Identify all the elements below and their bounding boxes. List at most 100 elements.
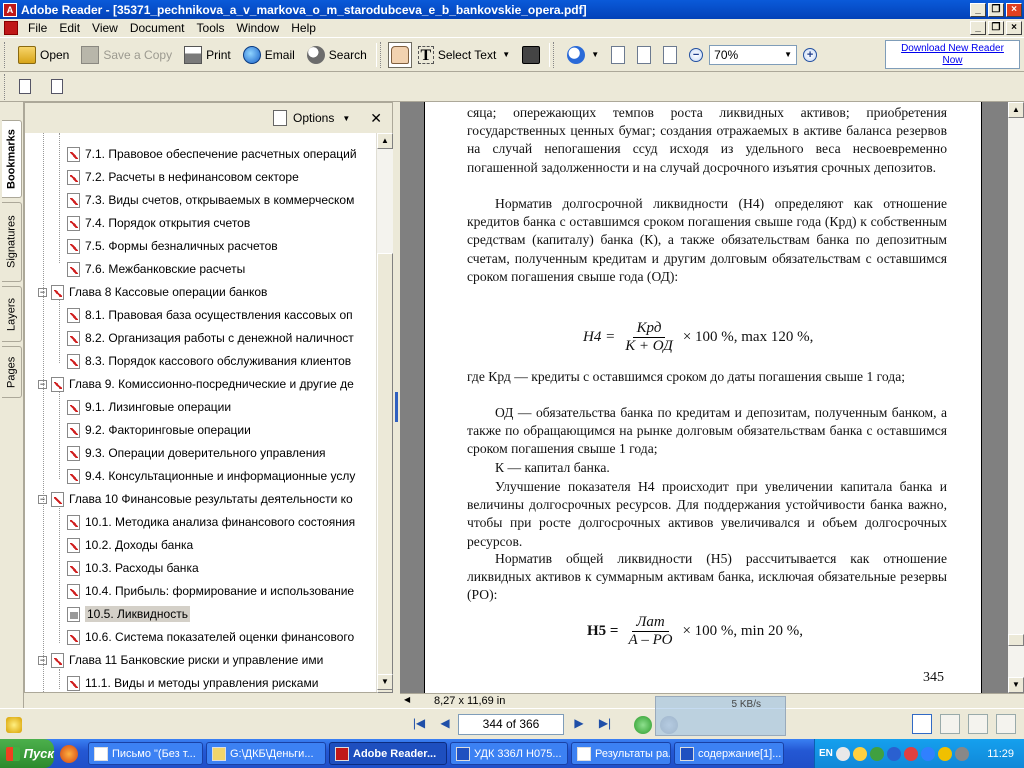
facing-layout-button[interactable] bbox=[968, 714, 988, 734]
options-icon[interactable] bbox=[272, 110, 287, 126]
taskbar-item-contents[interactable]: содержание[1]... bbox=[674, 742, 784, 765]
rotate-ccw-button[interactable] bbox=[44, 75, 70, 99]
taskbar-item-mail[interactable]: Письмо "(Без т... bbox=[88, 742, 203, 765]
close-icon[interactable]: ✕ bbox=[370, 110, 382, 127]
bookmarks-horizontal-scrollbar[interactable] bbox=[24, 693, 393, 708]
doc-close-button[interactable]: × bbox=[1006, 21, 1022, 35]
fit-width-button[interactable] bbox=[657, 42, 683, 68]
scroll-down-button[interactable]: ▼ bbox=[1008, 677, 1024, 693]
scroll-up-button[interactable]: ▲ bbox=[377, 133, 393, 149]
snapshot-button[interactable] bbox=[516, 42, 546, 68]
bookmark-item[interactable]: 7.1. Правовое обеспечение расчетных опер… bbox=[67, 144, 357, 164]
bookmark-item[interactable]: 7.6. Межбанковские расчеты bbox=[67, 259, 245, 279]
scroll-up-button[interactable]: ▲ bbox=[1008, 102, 1024, 118]
toolbar-grip[interactable] bbox=[4, 41, 8, 68]
bookmark-item-selected[interactable]: 10.5. Ликвидность bbox=[67, 604, 190, 624]
zoom-out-button[interactable]: − bbox=[683, 42, 709, 68]
scroll-left-icon[interactable]: ◀ bbox=[404, 695, 410, 704]
bookmark-item[interactable]: 10.2. Доходы банка bbox=[67, 535, 193, 555]
scroll-thumb[interactable] bbox=[377, 253, 393, 693]
continuous-facing-layout-button[interactable] bbox=[996, 714, 1016, 734]
select-text-button[interactable]: T Select Text ▼ bbox=[412, 42, 516, 68]
chevron-down-icon[interactable]: ▼ bbox=[780, 46, 796, 64]
single-page-layout-button[interactable] bbox=[912, 714, 932, 734]
start-button[interactable]: Пуск bbox=[0, 739, 54, 768]
first-page-button[interactable]: |◀ bbox=[410, 716, 428, 732]
tab-bookmarks[interactable]: Bookmarks bbox=[2, 120, 22, 198]
menu-document[interactable]: Document bbox=[124, 21, 191, 35]
taskbar-item-word-udk[interactable]: УДК 336Л Н075... bbox=[450, 742, 568, 765]
bookmark-item[interactable]: 7.4. Порядок открытия счетов bbox=[67, 213, 250, 233]
bookmark-chapter[interactable]: − Глава 10 Финансовые результаты деятельн… bbox=[38, 489, 353, 509]
options-button[interactable]: Options bbox=[293, 111, 334, 125]
toolbar-grip[interactable] bbox=[553, 41, 557, 68]
bookmark-item[interactable]: 10.1. Методика анализа финансового состо… bbox=[67, 512, 355, 532]
info-icon[interactable] bbox=[920, 746, 935, 761]
bookmark-item[interactable]: 9.1. Лизинговые операции bbox=[67, 397, 231, 417]
bookmark-item[interactable]: 7.2. Расчеты в нефинансовом секторе bbox=[67, 167, 299, 187]
firefox-icon[interactable] bbox=[60, 744, 78, 763]
next-page-button[interactable]: ▶ bbox=[570, 716, 588, 732]
chevron-down-icon[interactable]: ▼ bbox=[591, 50, 599, 59]
zoom-level-select[interactable]: 70% ▼ bbox=[709, 44, 798, 65]
bookmark-item[interactable]: 10.3. Расходы банка bbox=[67, 558, 199, 578]
actual-size-button[interactable] bbox=[605, 42, 631, 68]
doc-minimize-button[interactable]: _ bbox=[970, 21, 986, 35]
email-button[interactable]: Email bbox=[237, 42, 301, 68]
collapse-toggle[interactable]: − bbox=[38, 379, 47, 389]
bookmark-item[interactable]: 8.1. Правовая база осуществления кассовы… bbox=[67, 305, 353, 325]
bookmark-item[interactable]: 7.3. Виды счетов, открываемых в коммерче… bbox=[67, 190, 354, 210]
rotate-button[interactable] bbox=[12, 75, 38, 99]
chevron-down-icon[interactable]: ▼ bbox=[342, 114, 350, 123]
taskbar-item-explorer[interactable]: G:\ДКБ\Деньги... bbox=[206, 742, 326, 765]
taskbar-item-results[interactable]: Результаты ра... bbox=[571, 742, 671, 765]
bookmark-chapter[interactable]: − Глава 8 Кассовые операции банков bbox=[38, 282, 267, 302]
bookmark-chapter[interactable]: − Глава 11 Банковские риски и управление … bbox=[38, 650, 323, 670]
bookmark-item[interactable]: 8.2. Организация работы с денежной налич… bbox=[67, 328, 354, 348]
doc-restore-button[interactable]: ❐ bbox=[988, 21, 1004, 35]
bookmark-item[interactable]: 9.4. Консультационные и информационные у… bbox=[67, 466, 355, 486]
previous-page-button[interactable]: ◀ bbox=[436, 716, 454, 732]
scroll-thumb[interactable] bbox=[1008, 634, 1024, 646]
download-new-reader-link[interactable]: Download New Reader Now bbox=[885, 40, 1020, 69]
search-button[interactable]: Search bbox=[301, 42, 373, 68]
volume-icon[interactable] bbox=[954, 746, 969, 761]
splitter-grip[interactable] bbox=[395, 392, 398, 422]
fit-page-button[interactable] bbox=[631, 42, 657, 68]
minimize-button[interactable]: _ bbox=[970, 2, 986, 17]
toolbar-grip[interactable] bbox=[4, 73, 8, 100]
restore-button[interactable]: ❐ bbox=[988, 2, 1004, 17]
collapse-toggle[interactable]: − bbox=[38, 287, 47, 297]
menu-edit[interactable]: Edit bbox=[53, 21, 86, 35]
language-indicator[interactable]: EN bbox=[819, 748, 833, 759]
menu-file[interactable]: File bbox=[22, 21, 53, 35]
close-button[interactable]: × bbox=[1006, 2, 1022, 17]
bluetooth-icon[interactable] bbox=[886, 746, 901, 761]
open-button[interactable]: Open bbox=[12, 42, 75, 68]
bookmarks-vertical-scrollbar[interactable]: ▲ ▼ bbox=[376, 133, 393, 693]
last-page-button[interactable]: ▶| bbox=[596, 716, 614, 732]
antivirus-icon[interactable] bbox=[869, 746, 884, 761]
zoom-in-button[interactable]: + bbox=[797, 42, 823, 68]
menu-view[interactable]: View bbox=[86, 21, 124, 35]
back-icon[interactable] bbox=[634, 716, 652, 734]
document-icon[interactable] bbox=[4, 21, 18, 35]
save-copy-button[interactable]: Save a Copy bbox=[75, 42, 178, 68]
document-vertical-scrollbar[interactable]: ▲ ▼ bbox=[1008, 102, 1024, 693]
bookmark-item[interactable]: 10.6. Система показателей оценки финансо… bbox=[67, 627, 354, 647]
chevron-down-icon[interactable]: ▼ bbox=[502, 50, 510, 59]
zoom-in-tool-button[interactable]: ▼ bbox=[561, 42, 605, 68]
menu-window[interactable]: Window bbox=[231, 21, 286, 35]
shield-icon[interactable] bbox=[852, 746, 867, 761]
warning-icon[interactable] bbox=[6, 717, 22, 733]
toolbar-grip[interactable] bbox=[379, 41, 384, 68]
menu-tools[interactable]: Tools bbox=[191, 21, 231, 35]
tab-layers[interactable]: Layers bbox=[2, 286, 22, 342]
hand-tool-button[interactable] bbox=[387, 41, 412, 68]
security-icon[interactable] bbox=[903, 746, 918, 761]
bookmark-item[interactable]: 9.2. Факторинговые операции bbox=[67, 420, 251, 440]
tab-signatures[interactable]: Signatures bbox=[2, 202, 22, 282]
print-button[interactable]: Print bbox=[178, 42, 237, 68]
scroll-down-button[interactable]: ▼ bbox=[377, 674, 393, 690]
collapse-toggle[interactable]: − bbox=[38, 494, 47, 504]
